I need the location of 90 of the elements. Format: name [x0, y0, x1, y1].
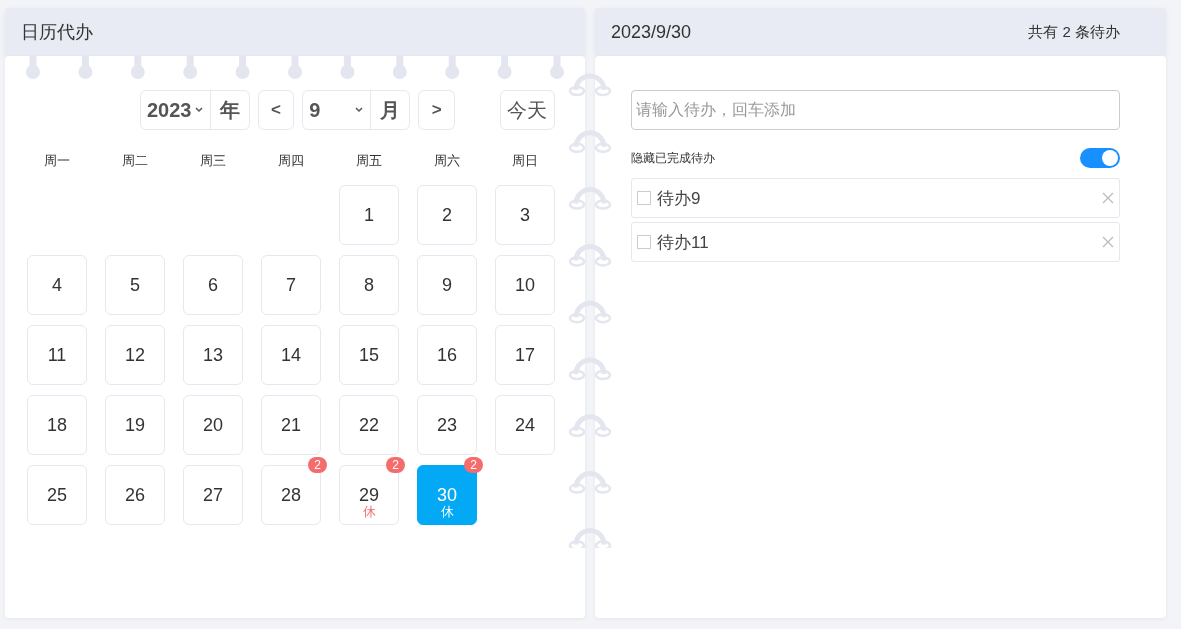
day-number: 27 [203, 485, 223, 505]
calendar-day[interactable]: 23 [417, 395, 477, 455]
holiday-note: 休 [440, 505, 454, 519]
day-number: 30 [437, 485, 457, 505]
calendar-day[interactable]: 4 [27, 255, 87, 315]
day-number: 12 [125, 345, 145, 365]
year-unit-label: 年 [209, 91, 249, 129]
todo-count-badge: 2 [308, 457, 327, 473]
hide-completed-toggle[interactable] [1080, 148, 1120, 168]
calendar-day[interactable]: 27 [183, 465, 243, 525]
day-number: 6 [208, 275, 218, 295]
holiday-note: 休 [362, 505, 376, 519]
todo-count-badge: 2 [386, 457, 405, 473]
day-number: 14 [281, 345, 301, 365]
close-icon[interactable] [1102, 192, 1114, 204]
calendar-day[interactable]: 15 [339, 325, 399, 385]
caret-icon [354, 106, 365, 114]
calendar-day[interactable]: 12 [105, 325, 165, 385]
calendar-day[interactable]: 8 [339, 255, 399, 315]
calendar-day[interactable]: 22 [339, 395, 399, 455]
selected-date-title: 2023/9/30 [611, 21, 692, 43]
calendar-day[interactable]: 19 [105, 395, 165, 455]
today-button[interactable]: 今天 [499, 90, 555, 130]
weekday-label: 周一 [43, 152, 71, 170]
calendar-day[interactable]: 14 [261, 325, 321, 385]
checkbox[interactable] [637, 191, 651, 205]
day-number: 10 [515, 275, 535, 295]
next-month-button[interactable]: > [418, 90, 455, 130]
calendar-day[interactable]: 18 [27, 395, 87, 455]
day-number: 4 [52, 275, 62, 295]
calendar-day[interactable]: 9 [417, 255, 477, 315]
caret-icon [193, 106, 204, 114]
weekday-label: 周二 [121, 152, 149, 170]
day-number: 1 [364, 205, 374, 225]
calendar-day[interactable]: 17 [495, 325, 555, 385]
close-icon[interactable] [1102, 236, 1114, 248]
day-number: 21 [281, 415, 301, 435]
day-number: 9 [442, 275, 452, 295]
weekday-label: 周四 [277, 152, 305, 170]
calendar-day[interactable]: 3 [495, 185, 555, 245]
calendar-day[interactable]: 1 [339, 185, 399, 245]
month-select[interactable]: 9 [303, 91, 371, 129]
calendar-day[interactable]: 21 [261, 395, 321, 455]
day-number: 17 [515, 345, 535, 365]
day-number: 20 [203, 415, 223, 435]
todo-count-summary: 共有 2 条待办 [1028, 22, 1120, 42]
calendar-day[interactable]: 7 [261, 255, 321, 315]
calendar-day[interactable]: 20 [183, 395, 243, 455]
day-number: 29 [359, 485, 379, 505]
day-number: 18 [47, 415, 67, 435]
todo-text: 待办9 [657, 187, 702, 210]
todo-text: 待办11 [657, 231, 710, 254]
day-number: 23 [437, 415, 457, 435]
weekday-label: 周三 [199, 152, 227, 170]
todo-count-badge: 2 [464, 457, 483, 473]
calendar-day[interactable]: 6 [183, 255, 243, 315]
day-number: 13 [203, 345, 223, 365]
weekday-label: 周日 [511, 152, 539, 170]
day-number: 7 [286, 275, 296, 295]
hide-completed-label: 隐藏已完成待办 [631, 149, 715, 167]
day-number: 16 [437, 345, 457, 365]
calendar-day[interactable]: 25 [27, 465, 87, 525]
day-number: 8 [364, 275, 374, 295]
calendar-day[interactable]: 16 [417, 325, 477, 385]
day-number: 26 [125, 485, 145, 505]
day-number: 5 [130, 275, 140, 295]
day-number: 2 [442, 205, 452, 225]
todo-input-field[interactable]: 请输入待办，回车添加 [631, 90, 1120, 130]
month-unit-label: 月 [370, 91, 410, 129]
calendar-day[interactable]: 2 [417, 185, 477, 245]
calendar-day[interactable]: 26 [105, 465, 165, 525]
panel-title: 日历代办 [21, 21, 93, 44]
calendar-day[interactable]: 10 [495, 255, 555, 315]
day-number: 3 [520, 205, 530, 225]
checkbox[interactable] [637, 235, 651, 249]
day-number: 11 [47, 345, 67, 365]
day-number: 15 [359, 345, 379, 365]
previous-month-button[interactable]: < [257, 90, 295, 130]
day-number: 28 [281, 485, 301, 505]
weekday-label: 周五 [355, 152, 383, 170]
calendar-day[interactable]: 13 [183, 325, 243, 385]
day-number: 19 [125, 415, 145, 435]
calendar-day[interactable]: 11 [27, 325, 87, 385]
weekday-label: 周六 [433, 152, 461, 170]
calendar-day[interactable]: 24 [495, 395, 555, 455]
day-number: 24 [515, 415, 535, 435]
day-number: 22 [359, 415, 379, 435]
calendar-day[interactable]: 5 [105, 255, 165, 315]
day-number: 25 [47, 485, 67, 505]
year-select[interactable]: 2023 [141, 91, 210, 129]
